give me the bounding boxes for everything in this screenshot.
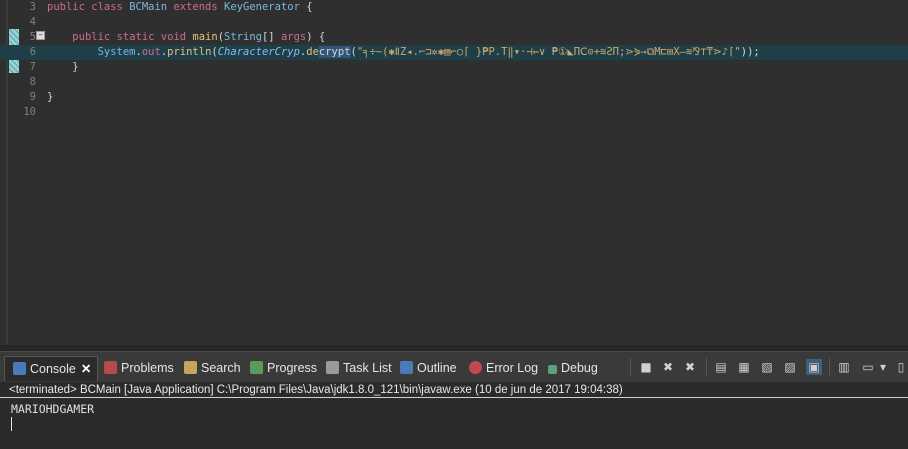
line-number: 5: [29, 31, 36, 43]
code-token: public static void: [72, 31, 193, 43]
code-token: main: [192, 31, 218, 43]
console-tab-bar: Console ✕ Problems Search Progress Task L…: [0, 351, 908, 382]
code-line[interactable]: 7 }: [0, 60, 908, 75]
tab-problems[interactable]: Problems: [104, 359, 174, 377]
minimize-icon[interactable]: ▯: [894, 359, 908, 375]
tab-problems-label: Problems: [121, 361, 174, 375]
console-output-text: MARIOHDGAMER: [11, 402, 95, 416]
tab-outline-label: Outline: [417, 361, 457, 375]
code-token: {: [306, 1, 313, 13]
toolbar-separator: [829, 358, 830, 376]
line-number: 10: [23, 106, 36, 118]
tab-console-label: Console: [30, 362, 76, 376]
tab-outline[interactable]: Outline: [400, 359, 457, 377]
toolbar-separator: [630, 358, 631, 376]
remove-launch-icon[interactable]: ✖: [660, 359, 676, 375]
code-line[interactable]: 6 System.out.println(CharacterCryp.decry…: [0, 45, 908, 60]
code-token: }: [47, 61, 79, 73]
code-token: }: [47, 91, 54, 103]
code-text: }: [47, 90, 53, 105]
code-token: out: [141, 46, 161, 58]
tab-debug-label: Debug: [561, 361, 598, 375]
code-token: println: [167, 46, 212, 58]
problems-icon: [104, 361, 117, 374]
word-wrap-icon[interactable]: ▧: [759, 359, 775, 375]
code-token: "╕÷~(✱ⅡZ◂.⌐⊐✲✱▤⌐○⌈ }₱P.T‖▾·⊣⇐∨ ̈₱①◣ΠⅭ⊙+≋…: [356, 46, 741, 58]
terminate-icon[interactable]: ■: [638, 359, 654, 375]
code-line[interactable]: 5 public static void main(String[] args)…: [0, 30, 908, 45]
tab-search[interactable]: Search: [184, 359, 241, 377]
code-editor[interactable]: − 3 public class BCMain extends KeyGenera…: [0, 0, 908, 345]
code-token: BCMain: [129, 1, 174, 13]
tab-progress-label: Progress: [267, 361, 318, 375]
line-number: 7: [29, 61, 36, 73]
code-token: de: [306, 46, 319, 58]
code-line[interactable]: 3 public class BCMain extends KeyGenerato…: [0, 0, 908, 15]
code-token: args: [280, 31, 307, 43]
toolbar-separator: [706, 358, 707, 376]
code-text: public static void main(String[] args) {: [47, 30, 325, 45]
tab-debug[interactable]: Debug: [548, 359, 598, 377]
code-token: KeyGenerator: [224, 1, 307, 13]
tab-task-list-label: Task List: [343, 361, 392, 375]
scroll-lock-icon[interactable]: ▦: [736, 359, 752, 375]
error-log-icon: [469, 361, 482, 374]
show-on-output-icon[interactable]: ▨: [782, 359, 798, 375]
process-status: <terminated> BCMain [Java Application] C…: [0, 382, 908, 398]
pin-console-icon[interactable]: ▣: [806, 359, 822, 375]
outline-icon: [400, 361, 413, 374]
console-output[interactable]: MARIOHDGAMER: [0, 399, 908, 449]
code-token: CharacterCryp: [217, 46, 300, 58]
line-number: 4: [29, 16, 36, 28]
code-token: []: [261, 31, 281, 43]
tab-error-log-label: Error Log: [486, 361, 539, 375]
line-number: 6: [29, 46, 36, 58]
code-token: public class: [47, 1, 130, 13]
code-line[interactable]: 4: [0, 15, 908, 30]
tab-error-log[interactable]: Error Log: [469, 359, 538, 377]
code-text: System.out.println(CharacterCryp.decrypt…: [47, 45, 760, 60]
line-number: 8: [29, 76, 36, 88]
task-list-icon: [326, 361, 339, 374]
tab-task-list[interactable]: Task List: [326, 359, 392, 377]
debug-icon: [548, 365, 557, 374]
line-number: 9: [29, 91, 36, 103]
console-icon: [13, 362, 26, 375]
remove-all-icon[interactable]: ✖: [682, 359, 698, 375]
code-line[interactable]: 10: [0, 105, 908, 120]
tab-search-label: Search: [201, 361, 241, 375]
new-console-icon[interactable]: ▭: [860, 359, 876, 375]
code-text: }: [47, 60, 79, 75]
line-number: 3: [29, 1, 36, 13]
code-token: extends: [173, 1, 225, 13]
text-caret: [11, 417, 12, 431]
code-token: crypt: [318, 46, 351, 58]
tab-console[interactable]: Console ✕: [4, 356, 99, 381]
display-console-icon[interactable]: ▥: [836, 359, 852, 375]
close-icon[interactable]: ✕: [81, 362, 91, 376]
code-line[interactable]: 8: [0, 75, 908, 90]
code-text: public class BCMain extends KeyGenerator…: [47, 0, 313, 15]
tab-progress[interactable]: Progress: [250, 359, 317, 377]
code-token: ) {: [306, 31, 326, 43]
code-token: String: [224, 31, 262, 43]
chevron-down-icon[interactable]: ▾: [878, 359, 888, 375]
code-line[interactable]: 9}: [0, 90, 908, 105]
code-token: System: [97, 46, 136, 58]
search-icon: [184, 361, 197, 374]
clear-console-icon[interactable]: ▤: [713, 359, 729, 375]
progress-icon: [250, 361, 263, 374]
code-token: ));: [740, 46, 760, 58]
